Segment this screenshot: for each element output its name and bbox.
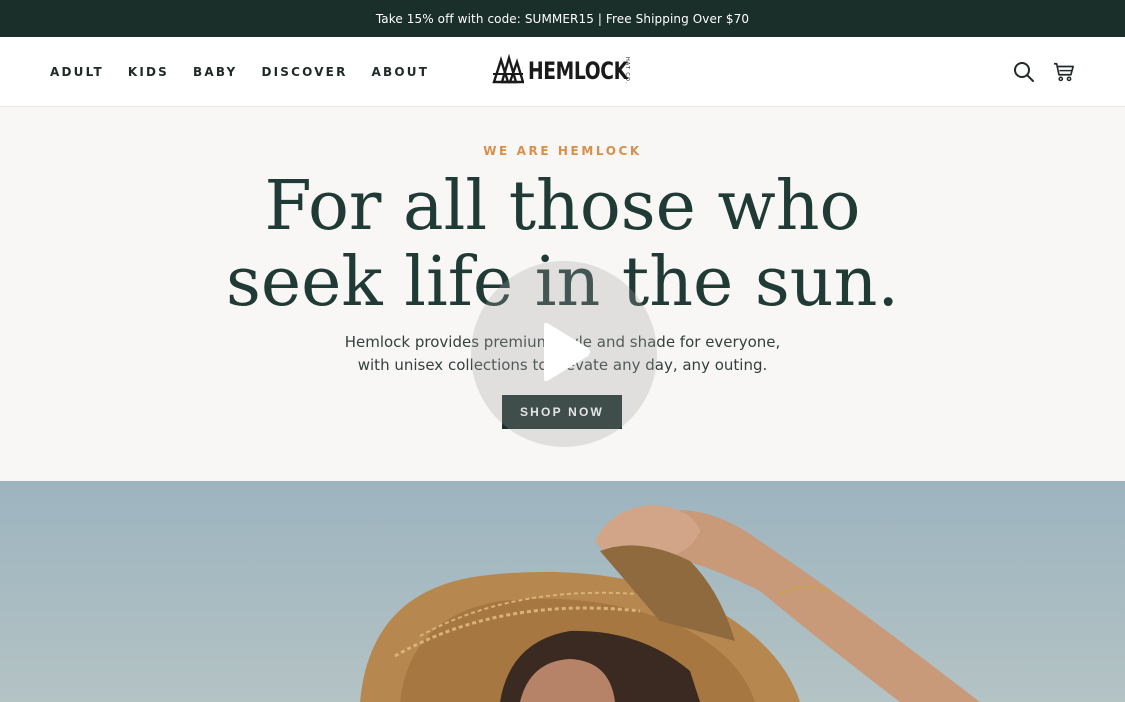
search-icon[interactable] xyxy=(1013,61,1035,83)
header-icons xyxy=(1013,61,1075,83)
hero-headline-line-1: For all those who xyxy=(264,167,861,246)
announcement-bar: Take 15% off with code: SUMMER15 | Free … xyxy=(0,0,1125,37)
brand-logo[interactable]: HEMLOCK HAT CO. xyxy=(492,53,630,88)
nav-item-baby[interactable]: BABY xyxy=(193,65,237,79)
hero-eyebrow: WE ARE HEMLOCK xyxy=(483,144,642,158)
hero-photo xyxy=(0,481,1125,702)
play-icon xyxy=(534,320,594,388)
nav-item-adult[interactable]: ADULT xyxy=(50,65,104,79)
main-nav: ADULT KIDS BABY DISCOVER ABOUT xyxy=(50,65,429,79)
nav-item-discover[interactable]: DISCOVER xyxy=(261,65,347,79)
hero-section: WE ARE HEMLOCK For all those who seek li… xyxy=(0,107,1125,481)
cart-icon[interactable] xyxy=(1053,61,1075,83)
announcement-text: Take 15% off with code: SUMMER15 | Free … xyxy=(375,11,750,26)
video-play-button[interactable] xyxy=(471,261,657,447)
site-header: ADULT KIDS BABY DISCOVER ABOUT HEMLOCK H… xyxy=(0,37,1125,107)
nav-item-about[interactable]: ABOUT xyxy=(372,65,430,79)
nav-item-kids[interactable]: KIDS xyxy=(128,65,169,79)
tree-logo-icon xyxy=(492,53,525,88)
brand-name: HEMLOCK xyxy=(528,57,628,85)
